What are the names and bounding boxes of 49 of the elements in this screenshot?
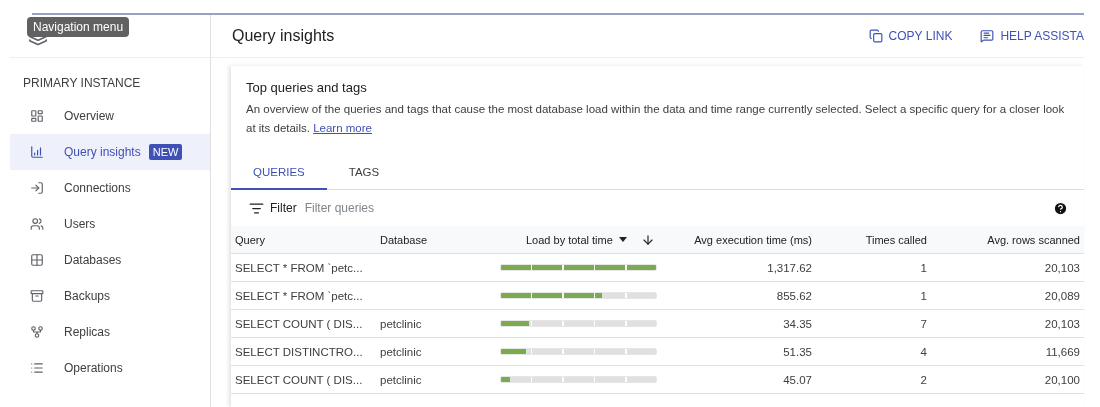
- table-cell: SELECT COUNT ( DIS...: [231, 366, 376, 394]
- sidebar-item[interactable]: Backups: [10, 278, 210, 314]
- users-icon: [30, 217, 44, 231]
- table-cell: 11,669: [931, 338, 1084, 366]
- help-icon[interactable]: [1053, 200, 1068, 216]
- filter-label: Filter: [270, 201, 297, 215]
- list-icon: [30, 361, 44, 375]
- table-cell: 20,103: [931, 310, 1084, 338]
- table-cell: SELECT COUNT ( DIS...: [231, 310, 376, 338]
- dashboard-icon: [30, 109, 44, 123]
- copy-link-button[interactable]: COPY LINK: [840, 29, 953, 43]
- table-cell: SELECT * FROM `petc...: [231, 254, 376, 282]
- chat-icon: [980, 29, 995, 43]
- column-header[interactable]: Avg execution time (ms): [666, 226, 816, 254]
- copy-icon: [868, 29, 883, 43]
- column-header[interactable]: Times called: [816, 226, 931, 254]
- sidebar-item[interactable]: Connections: [10, 170, 210, 206]
- grid-icon: [30, 253, 44, 267]
- chart-icon: [30, 145, 44, 159]
- sidebar-item[interactable]: Replicas: [10, 314, 210, 350]
- sidebar-item[interactable]: Databases: [10, 242, 210, 278]
- new-badge: NEW: [148, 144, 183, 160]
- sidebar-item[interactable]: Users: [10, 206, 210, 242]
- column-header[interactable]: Query: [231, 226, 376, 254]
- page-title: Query insights: [232, 27, 336, 45]
- tooltip: Navigation menu: [27, 17, 130, 37]
- column-header[interactable]: Database: [376, 226, 476, 254]
- learn-more-link[interactable]: Learn more: [313, 122, 372, 134]
- column-header[interactable]: Avg. rows scanned: [931, 226, 1084, 254]
- section-heading: PRIMARY INSTANCE: [22, 75, 142, 92]
- caret-icon[interactable]: [618, 237, 627, 242]
- card-description: An overview of the queries and tags that cause the most database load within the data and time range currently selected. Select a specific query for a closer look at its details. Learn more: [245, 102, 1066, 136]
- sidebar-item[interactable]: Operations: [10, 350, 210, 386]
- table-cell: SELECT DISTINCTRO...: [231, 338, 376, 366]
- archive-icon: [30, 289, 44, 303]
- tab[interactable]: TAGS: [326, 158, 402, 190]
- table-cell: 20,103: [931, 254, 1084, 282]
- table-cell: SELECT * FROM `petc...: [231, 282, 376, 310]
- sidebar-item[interactable]: Overview: [10, 98, 210, 134]
- column-header[interactable]: Load by total time: [476, 226, 666, 254]
- branch-icon: [30, 325, 44, 339]
- table-cell: 20,100: [931, 366, 1084, 394]
- filter-icon[interactable]: [249, 200, 264, 216]
- arrow-in-icon: [30, 181, 44, 195]
- card-title: Top queries and tags: [245, 79, 368, 97]
- help-button[interactable]: HELP ASSISTA: [952, 29, 1084, 43]
- sidebar-item[interactable]: Query insights NEW: [10, 134, 210, 170]
- table-cell: 20,089: [931, 282, 1084, 310]
- tab[interactable]: QUERIES: [231, 158, 327, 190]
